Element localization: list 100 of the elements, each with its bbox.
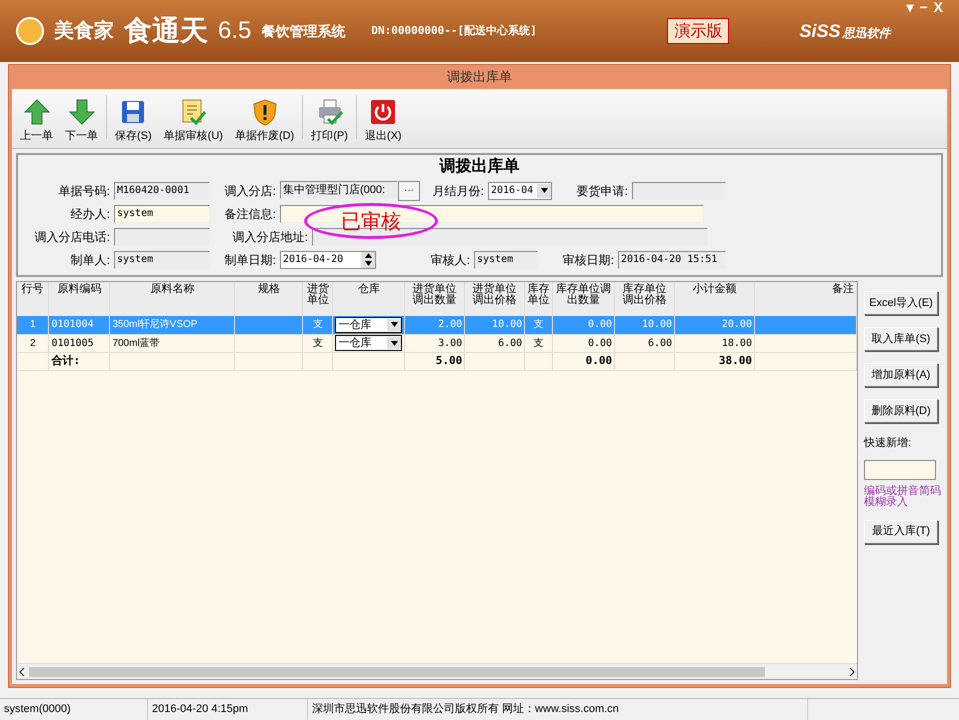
- side-button[interactable]: Excel导入(E): [864, 291, 938, 315]
- field-label: 调入分店电话:: [34, 228, 110, 246]
- table-cell: 2: [17, 334, 49, 352]
- table-cell: 350ml轩尼诗VSOP: [110, 316, 235, 334]
- status-bar-text: system(0000): [0, 699, 148, 720]
- power-icon: [369, 98, 398, 126]
- arrow-down-icon: [68, 98, 96, 126]
- status-bar-text: 2016-04-20 4:15pm: [148, 699, 308, 720]
- triangle-down-icon: [390, 340, 398, 346]
- table-cell: 0101004: [48, 316, 110, 334]
- table-cell: 700ml蓝带: [110, 334, 235, 352]
- field-label: 制单日期:: [224, 252, 276, 268]
- table-cell: 支: [524, 334, 553, 352]
- toolbar-button[interactable]: 退出(X): [360, 98, 406, 144]
- triangle-down-icon: [364, 261, 372, 266]
- table-cell: 6.00: [464, 334, 525, 352]
- triangle-up-icon: [364, 253, 372, 258]
- logo-icon: [16, 17, 44, 45]
- table-cell: 1: [17, 316, 49, 334]
- browse-button[interactable]: ···: [398, 180, 420, 200]
- table-cell: [234, 334, 303, 352]
- scroll-thumb[interactable]: [29, 666, 765, 676]
- table-cell: 支: [302, 334, 333, 352]
- table-cell: 18.00: [674, 334, 754, 352]
- table-cell: 5.00: [404, 352, 465, 370]
- side-button[interactable]: 最近入库(T): [864, 520, 938, 544]
- toolbar-button[interactable]: 上一单: [16, 98, 57, 144]
- scroll-left-icon[interactable]: [19, 668, 25, 676]
- vendor-logo: SiSS: [799, 20, 840, 42]
- field-label: 审核人:: [430, 252, 470, 268]
- horizontal-scrollbar[interactable]: [17, 663, 857, 679]
- side-button[interactable]: 删除原料(D): [864, 399, 938, 423]
- quick-add-label: 快速新增:: [864, 436, 912, 451]
- table-cell: [464, 352, 525, 370]
- warehouse-dropdown[interactable]: 一仓库: [335, 335, 402, 351]
- field-label: 制单人:: [70, 252, 110, 268]
- table-cell: 10.00: [464, 316, 525, 334]
- dialog-title: 调拨出库单: [446, 68, 513, 86]
- toolbar-button[interactable]: 打印(P): [307, 98, 352, 144]
- input-field[interactable]: system: [114, 250, 210, 268]
- toolbar-button[interactable]: 单据审核(U): [160, 98, 227, 144]
- toolbar-button[interactable]: 下一单: [61, 98, 102, 144]
- dropdown-button[interactable]: [387, 337, 402, 349]
- vendor-name: 思迅软件: [842, 24, 890, 42]
- input-field[interactable]: system: [474, 250, 538, 268]
- window-control-button[interactable]: −: [919, 0, 928, 14]
- input-field[interactable]: 2016-04-20 15:51: [618, 250, 726, 268]
- field-label: 审核日期:: [562, 252, 614, 268]
- input-field[interactable]: M160420-0001: [114, 182, 210, 200]
- field-label: 要货申请:: [576, 182, 628, 200]
- warehouse-dropdown[interactable]: 一仓库: [335, 316, 402, 333]
- toolbar-button[interactable]: 保存(S): [111, 98, 156, 144]
- edition-badge: 演示版: [667, 18, 730, 44]
- side-button[interactable]: 增加原料(A): [864, 363, 938, 387]
- table-cell: [302, 352, 333, 370]
- dropdown-button[interactable]: [387, 318, 402, 331]
- table-cell: [614, 352, 675, 370]
- dropdown-button[interactable]: [537, 184, 551, 198]
- status-bar-text: 深圳市思迅软件股份有限公司版权所有 网址：www.siss.com.cn: [308, 699, 808, 720]
- field-label: 单据号码:: [58, 182, 110, 200]
- table-cell: 20.00: [674, 316, 754, 334]
- date-spinner[interactable]: 2016-04-20: [280, 250, 376, 268]
- triangle-down-icon: [540, 188, 548, 193]
- table-cell: [524, 352, 553, 370]
- table-cell: 合计:: [48, 352, 110, 370]
- field-label: 备注信息:: [224, 206, 276, 222]
- brand-name: 美食家: [54, 18, 114, 44]
- table-cell: 支: [524, 316, 553, 334]
- arrow-up-icon: [22, 98, 50, 126]
- product-name: 食通天: [124, 13, 208, 49]
- table-cell: 0.00: [552, 352, 615, 370]
- table-cell: 0.00: [552, 316, 615, 334]
- spinner-button[interactable]: [361, 252, 375, 268]
- database-label: DN:00000000--[配送中心系统]: [371, 22, 537, 39]
- field-label: 调入分店:: [224, 182, 276, 200]
- warning-shield-icon: [250, 98, 279, 126]
- table-row[interactable]: 2 0101005 700ml蓝带 支 一仓库 3.00 6.00 支 0.00 6.00 18.00: [17, 334, 856, 352]
- input-field[interactable]: system: [114, 204, 210, 222]
- table-cell: 2.00: [404, 316, 465, 334]
- scroll-right-icon[interactable]: [849, 668, 855, 676]
- window-control-button[interactable]: X: [934, 0, 943, 14]
- side-button[interactable]: 取入库单(S): [864, 327, 938, 351]
- month-dropdown[interactable]: 2016-04: [488, 182, 552, 200]
- table-cell: 10.00: [614, 316, 675, 334]
- quick-add-field[interactable]: [864, 460, 936, 480]
- triangle-down-icon: [390, 322, 398, 328]
- table-cell: 支: [302, 316, 333, 334]
- system-subtitle: 餐饮管理系统: [261, 22, 346, 40]
- table-row[interactable]: 合计: 5.00 0.00 38.00: [17, 352, 856, 370]
- table-row[interactable]: 1 0101004 350ml轩尼诗VSOP 支 一仓库 2.00 10.00 支 0.00 10.00 20.00: [17, 316, 856, 334]
- table-cell: 0101005: [48, 334, 110, 352]
- toolbar-button[interactable]: 单据作废(D): [230, 98, 298, 144]
- input-field[interactable]: 集中管理型门店(000:: [280, 180, 398, 198]
- window-control-button[interactable]: ▾: [906, 0, 914, 14]
- field-label: 经办人:: [70, 206, 110, 222]
- table-cell: [234, 352, 303, 370]
- table-cell: 38.00: [674, 352, 754, 370]
- table-cell: 0.00: [552, 334, 615, 352]
- input-hint: 编码或拼音简码模糊录入: [864, 486, 941, 508]
- version-number: 6.5: [218, 16, 252, 46]
